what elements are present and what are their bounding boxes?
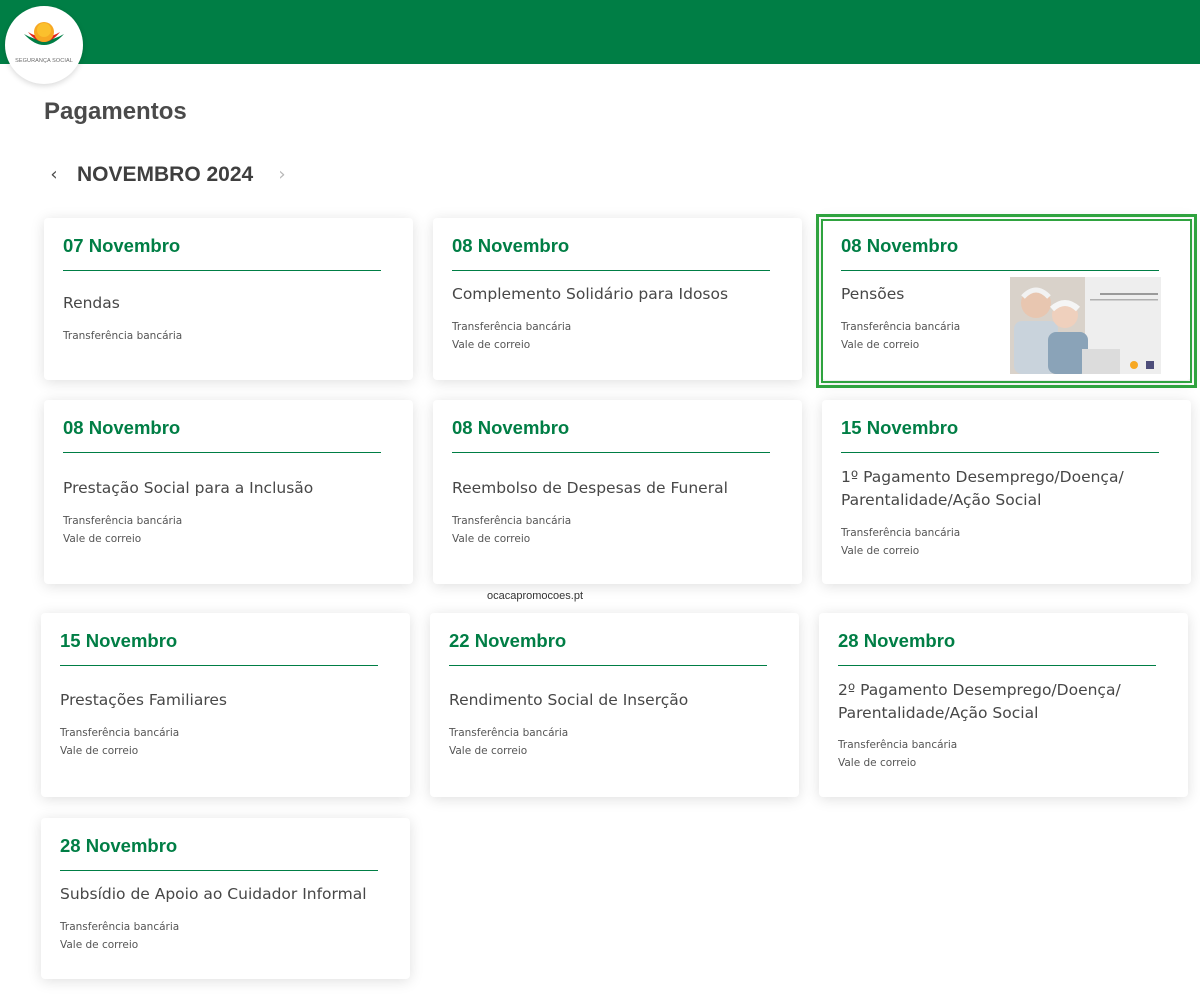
- card-methods: Transferência bancária Vale de correio: [452, 318, 752, 354]
- card-title: Complemento Solidário para Idosos: [452, 285, 729, 303]
- card-title: Subsídio de Apoio ao Cuidador Informal: [60, 885, 367, 903]
- payment-card[interactable]: 08 Novembro Prestação Social para a Incl…: [44, 400, 413, 584]
- logo-emblem-icon: [24, 22, 64, 45]
- payment-method: Vale de correio: [449, 745, 528, 757]
- card-methods: Transferência bancária Vale de correio: [63, 512, 363, 548]
- card-divider: [63, 452, 381, 453]
- payment-card[interactable]: 15 Novembro 1º Pagamento Desemprego/Doen…: [822, 400, 1191, 584]
- card-date: 08 Novembro: [452, 235, 570, 256]
- card-date: 22 Novembro: [449, 630, 567, 651]
- card-title: Reembolso de Despesas de Funeral: [452, 479, 728, 497]
- payment-method: Transferência bancária: [60, 921, 180, 933]
- card-divider: [452, 270, 770, 271]
- payment-method: Transferência bancária: [841, 321, 961, 333]
- card-divider: [841, 270, 1159, 271]
- logo-text: SEGURANÇA SOCIAL: [15, 58, 73, 64]
- payment-method: Vale de correio: [60, 939, 139, 951]
- payment-card[interactable]: 28 Novembro Subsídio de Apoio ao Cuidado…: [41, 818, 410, 979]
- payment-method: Vale de correio: [452, 533, 531, 545]
- chevron-left-icon[interactable]: ‹: [44, 160, 64, 190]
- payment-method: Transferência bancária: [449, 727, 569, 739]
- card-title: Rendas: [63, 294, 120, 312]
- card-divider: [838, 665, 1156, 666]
- card-divider: [60, 870, 378, 871]
- payment-method: Transferência bancária: [452, 321, 572, 333]
- card-methods: Transferência bancária: [63, 327, 363, 345]
- card-methods: Transferência bancária Vale de correio: [841, 318, 1001, 354]
- card-date: 07 Novembro: [63, 235, 181, 256]
- card-title: 2º Pagamento Desemprego/Doença/ Parental…: [838, 681, 1121, 722]
- payment-method: Transferência bancária: [60, 727, 180, 739]
- card-title: 1º Pagamento Desemprego/Doença/ Parental…: [841, 468, 1124, 509]
- card-divider: [63, 270, 381, 271]
- payment-method: Vale de correio: [841, 545, 920, 557]
- card-methods: Transferência bancária Vale de correio: [841, 524, 1141, 560]
- card-date: 28 Novembro: [60, 835, 178, 856]
- top-bar: [0, 0, 1200, 64]
- month-navigation: ‹ NOVEMBRO 2024 ›: [44, 160, 304, 190]
- payment-method: Vale de correio: [63, 533, 142, 545]
- card-date: 08 Novembro: [841, 235, 959, 256]
- payment-card[interactable]: 15 Novembro Prestações Familiares Transf…: [41, 613, 410, 797]
- card-date: 08 Novembro: [63, 417, 181, 438]
- card-divider: [452, 452, 770, 453]
- card-methods: Transferência bancária Vale de correio: [60, 918, 360, 954]
- card-date: 15 Novembro: [60, 630, 178, 651]
- card-divider: [841, 452, 1159, 453]
- payment-card[interactable]: 08 Novembro Pensões Transferência bancár…: [822, 218, 1191, 380]
- elderly-couple-image: [1010, 277, 1161, 374]
- payment-method: Vale de correio: [838, 757, 917, 769]
- payment-method: Vale de correio: [60, 745, 139, 757]
- card-methods: Transferência bancária Vale de correio: [452, 512, 752, 548]
- payment-card[interactable]: 22 Novembro Rendimento Social de Inserçã…: [430, 613, 799, 797]
- payment-method: Transferência bancária: [452, 515, 572, 527]
- card-divider: [60, 665, 378, 666]
- seguranca-social-logo[interactable]: SEGURANÇA SOCIAL: [5, 6, 83, 84]
- payment-card[interactable]: 28 Novembro 2º Pagamento Desemprego/Doen…: [819, 613, 1188, 797]
- card-methods: Transferência bancária Vale de correio: [60, 724, 360, 760]
- card-title: Prestação Social para a Inclusão: [63, 479, 314, 497]
- payment-card[interactable]: 08 Novembro Complemento Solidário para I…: [433, 218, 802, 380]
- watermark-text: ocacapromocoes.pt: [487, 590, 583, 602]
- card-divider: [449, 665, 767, 666]
- page-title: Pagamentos: [44, 98, 187, 125]
- payment-method: Transferência bancária: [63, 515, 183, 527]
- card-date: 08 Novembro: [452, 417, 570, 438]
- chevron-right-icon[interactable]: ›: [272, 160, 292, 190]
- payment-method: Vale de correio: [841, 339, 920, 351]
- payment-method: Transferência bancária: [841, 527, 961, 539]
- payment-card[interactable]: 07 Novembro Rendas Transferência bancári…: [44, 218, 413, 380]
- card-date: 15 Novembro: [841, 417, 959, 438]
- card-title: Prestações Familiares: [60, 691, 227, 709]
- card-methods: Transferência bancária Vale de correio: [838, 736, 1138, 772]
- month-label: NOVEMBRO 2024: [77, 163, 254, 186]
- payment-method: Transferência bancária: [63, 330, 183, 342]
- card-title: Pensões: [841, 285, 905, 303]
- payment-card[interactable]: 08 Novembro Reembolso de Despesas de Fun…: [433, 400, 802, 584]
- pension-banner-image: [1010, 277, 1161, 374]
- payment-method: Transferência bancária: [838, 739, 958, 751]
- card-date: 28 Novembro: [838, 630, 956, 651]
- payment-method: Vale de correio: [452, 339, 531, 351]
- card-methods: Transferência bancária Vale de correio: [449, 724, 749, 760]
- card-title: Rendimento Social de Inserção: [449, 691, 689, 709]
